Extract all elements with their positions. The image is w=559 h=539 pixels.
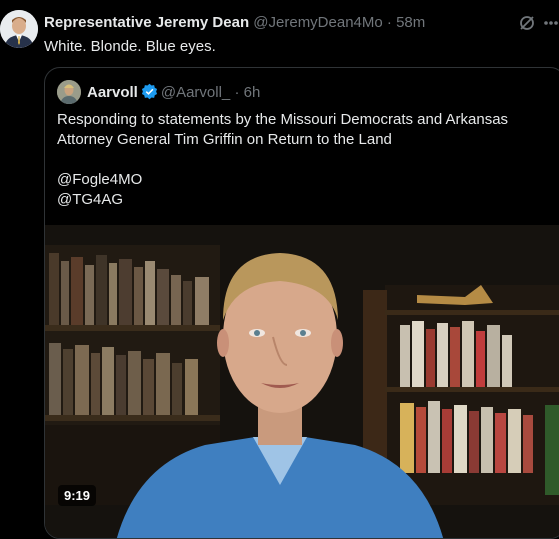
quoted-tweet[interactable]: Aarvoll @Aarvoll_ · 6h Responding to sta… <box>44 67 559 539</box>
tweet-text: White. Blonde. Blue eyes. <box>44 38 216 55</box>
quoted-author-handle[interactable]: @Aarvoll_ <box>161 84 230 101</box>
grok-icon[interactable] <box>517 13 537 33</box>
verified-badge-icon <box>141 83 157 100</box>
video-duration-badge: 9:19 <box>58 485 97 506</box>
tweet-header: Representative Jeremy Dean @JeremyDean4M… <box>44 14 425 31</box>
quoted-tweet-text: Responding to statements by the Missouri… <box>57 110 553 210</box>
video-frame <box>45 225 559 538</box>
quoted-timestamp[interactable]: 6h <box>244 84 261 101</box>
tweet: Representative Jeremy Dean @JeremyDean4M… <box>0 0 559 539</box>
header-separator: · <box>386 14 392 31</box>
quoted-header-separator: · <box>234 84 240 101</box>
quoted-tweet-header: Aarvoll @Aarvoll_ · 6h <box>87 83 260 101</box>
author-avatar[interactable] <box>0 10 38 48</box>
quoted-author-name[interactable]: Aarvoll <box>87 84 138 101</box>
quoted-text-line: Attorney General Tim Griffin on Return t… <box>57 131 392 148</box>
video-player[interactable]: 9:19 <box>45 225 559 538</box>
mention-link[interactable]: @TG4AG <box>57 190 553 210</box>
more-options-icon[interactable] <box>543 20 559 26</box>
quoted-author-avatar[interactable] <box>57 80 81 104</box>
mention-link[interactable]: @Fogle4MO <box>57 170 553 190</box>
author-name[interactable]: Representative Jeremy Dean <box>44 14 249 31</box>
author-handle[interactable]: @JeremyDean4Mo <box>253 14 382 31</box>
tweet-timestamp[interactable]: 58m <box>396 14 425 31</box>
avatar-portrait-icon <box>0 10 38 48</box>
quoted-avatar-portrait-icon <box>57 80 81 104</box>
quoted-text-line: Responding to statements by the Missouri… <box>57 111 509 128</box>
